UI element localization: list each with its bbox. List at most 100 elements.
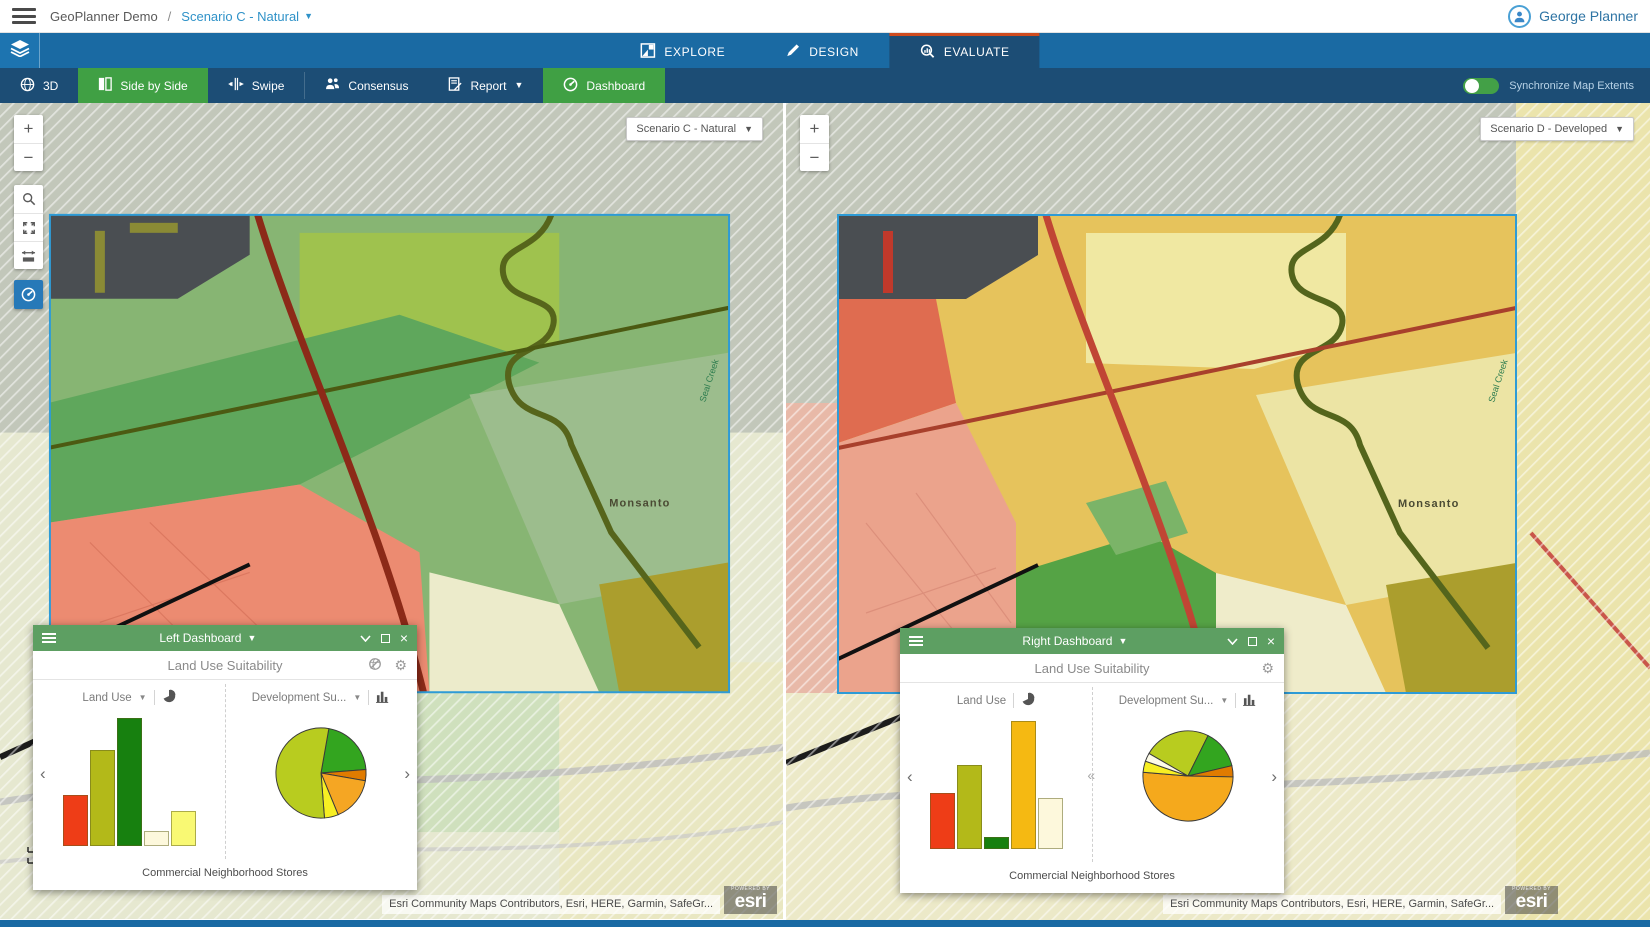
land-use-chart-panel: Land Use ▼: [33, 680, 225, 863]
zoom-out-button[interactable]: −: [14, 143, 43, 171]
next-chart-chevron[interactable]: ›: [1271, 767, 1277, 787]
user-avatar-icon: [1508, 5, 1531, 28]
swipe-button[interactable]: Swipe: [208, 68, 305, 103]
menu-icon[interactable]: [12, 8, 36, 24]
right-map[interactable]: Monsanto Seal Creek + − Scenario D - Dev…: [786, 103, 1650, 920]
swipe-icon: [228, 77, 244, 94]
widget-title: Land Use Suitability: [168, 658, 283, 673]
chevron-down-icon[interactable]: ▼: [139, 693, 147, 702]
chevron-down-icon: ▼: [304, 12, 313, 21]
tab-explore[interactable]: EXPLORE: [610, 33, 755, 68]
side-by-side-icon: [98, 77, 112, 94]
gauge-icon: [563, 77, 578, 95]
left-scenario-selector[interactable]: Scenario C - Natural ▼: [626, 117, 763, 141]
bar-chart-type-icon[interactable]: [1243, 693, 1257, 709]
full-extent-button[interactable]: [14, 213, 43, 241]
previous-chart-chevron[interactable]: ‹: [40, 764, 46, 784]
gear-icon[interactable]: ⚙: [394, 658, 407, 672]
pie-chart-type-icon[interactable]: [162, 689, 176, 706]
map-label-monsanto: Monsanto: [1398, 498, 1460, 510]
chart-selector[interactable]: Land Use: [82, 692, 131, 704]
right-dashboard-title-dropdown[interactable]: Right Dashboard ▼: [923, 634, 1227, 648]
left-map[interactable]: Monsanto Seal Creek + − Scenario C - Nat…: [0, 103, 783, 920]
pencil-icon: [785, 43, 800, 61]
maximize-icon[interactable]: [381, 634, 390, 643]
chevron-down-icon[interactable]: ▼: [353, 693, 361, 702]
collapse-icon[interactable]: [360, 635, 371, 642]
zoom-out-button[interactable]: −: [800, 143, 829, 171]
evaluate-icon: [919, 43, 935, 62]
side-by-side-button[interactable]: Side by Side: [78, 68, 207, 103]
chart-selector[interactable]: Land Use: [957, 695, 1006, 707]
evaluate-toolbar: 3D Side by Side Swipe Consensus Report ▼…: [0, 68, 1650, 103]
report-button[interactable]: Report ▼: [428, 68, 543, 103]
dashboard-menu-icon[interactable]: [42, 633, 56, 643]
left-dashboard-header[interactable]: Left Dashboard ▼ ×: [33, 625, 417, 651]
land-use-bar-chart: [930, 721, 1063, 849]
close-icon[interactable]: ×: [1267, 634, 1275, 648]
tab-design[interactable]: DESIGN: [755, 33, 889, 68]
right-scenario-selector[interactable]: Scenario D - Developed ▼: [1480, 117, 1634, 141]
app-header: GeoPlanner Demo / Scenario C - Natural ▼…: [0, 0, 1650, 33]
land-use-chart-panel: Land Use: [900, 683, 1092, 866]
right-zoom-control: + −: [800, 115, 829, 171]
breadcrumb-app-title: GeoPlanner Demo: [50, 9, 158, 24]
esri-logo: POWERED BY esri: [1505, 886, 1558, 914]
collapse-panel-chevron[interactable]: «: [1087, 767, 1095, 783]
previous-chart-chevron[interactable]: ‹: [907, 767, 913, 787]
primary-nav: EXPLORE DESIGN EVALUATE: [0, 33, 1650, 68]
chart-selector[interactable]: Development Su...: [1119, 695, 1214, 707]
zoom-in-button[interactable]: +: [800, 115, 829, 143]
collapse-icon[interactable]: [1227, 638, 1238, 645]
synchronize-map-extents-toggle[interactable]: [1463, 78, 1499, 94]
bottom-status-strip: [0, 920, 1650, 927]
bar-chart-type-icon[interactable]: [376, 690, 390, 706]
chevron-down-icon: ▼: [1615, 125, 1624, 134]
left-map-tools: [14, 185, 43, 269]
dashboard-button[interactable]: Dashboard: [543, 68, 665, 103]
left-dashboard-tool-active[interactable]: [14, 280, 43, 309]
chevron-down-icon: ▼: [744, 125, 753, 134]
measure-button[interactable]: [14, 241, 43, 269]
globe-disabled-icon[interactable]: [368, 657, 382, 673]
left-zoom-control: + −: [14, 115, 43, 171]
dashboard-menu-icon[interactable]: [909, 636, 923, 646]
consensus-button[interactable]: Consensus: [305, 68, 428, 103]
chevron-down-icon: ▼: [247, 634, 256, 643]
map-comparison-area: Monsanto Seal Creek + − Scenario C - Nat…: [0, 103, 1650, 920]
report-icon: [448, 77, 462, 95]
chart-caption: Commercial Neighborhood Stores: [33, 863, 417, 890]
development-suitability-pie-chart: [1139, 727, 1237, 825]
land-use-bar-chart: [63, 718, 196, 846]
globe-icon: [20, 77, 35, 95]
user-menu[interactable]: George Planner: [1508, 5, 1638, 28]
gear-icon[interactable]: ⚙: [1261, 661, 1274, 675]
user-name: George Planner: [1539, 8, 1638, 24]
development-suitability-chart-panel: Development Su... ▼: [1092, 683, 1284, 866]
3d-button[interactable]: 3D: [0, 68, 78, 103]
map-label-monsanto: Monsanto: [609, 497, 670, 509]
chart-selector[interactable]: Development Su...: [252, 692, 347, 704]
chevron-down-icon[interactable]: ▼: [1220, 696, 1228, 705]
maximize-icon[interactable]: [1248, 637, 1257, 646]
right-dashboard-header[interactable]: Right Dashboard ▼ ×: [900, 628, 1284, 654]
layers-icon: [10, 39, 30, 62]
pie-chart-type-icon[interactable]: [1021, 692, 1035, 709]
explore-icon: [640, 43, 655, 61]
left-attribution: Esri Community Maps Contributors, Esri, …: [382, 886, 777, 914]
next-chart-chevron[interactable]: ›: [404, 764, 410, 784]
layers-button[interactable]: [0, 33, 40, 68]
chevron-down-icon: ▼: [515, 81, 524, 90]
development-suitability-chart-panel: Development Su... ▼: [225, 680, 417, 863]
people-icon: [325, 77, 340, 94]
close-icon[interactable]: ×: [400, 631, 408, 645]
gauge-icon: [14, 280, 43, 308]
zoom-in-button[interactable]: +: [14, 115, 43, 143]
tab-evaluate[interactable]: EVALUATE: [889, 33, 1040, 68]
development-suitability-pie-chart: [272, 724, 370, 822]
breadcrumb-scenario-dropdown[interactable]: Scenario C - Natural ▼: [181, 9, 313, 24]
esri-logo: POWERED BY esri: [724, 886, 777, 914]
right-dashboard-panel: Right Dashboard ▼ × Land Use Suitability…: [900, 628, 1284, 893]
search-button[interactable]: [14, 185, 43, 213]
left-dashboard-title-dropdown[interactable]: Left Dashboard ▼: [56, 631, 360, 645]
